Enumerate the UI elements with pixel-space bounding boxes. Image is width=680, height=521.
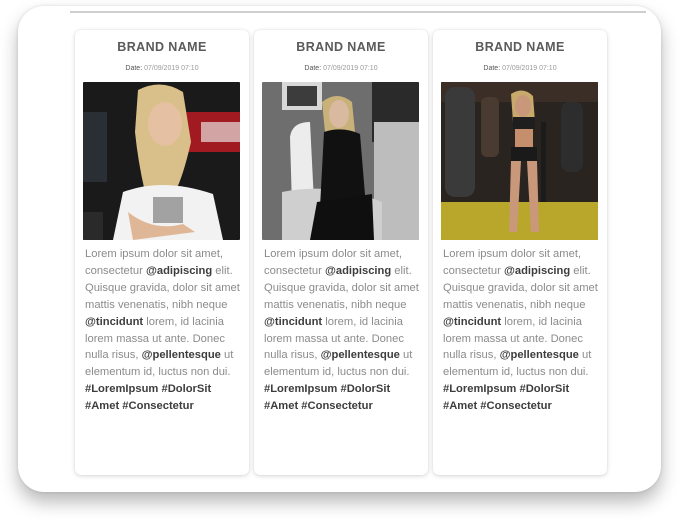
brand-name: BRAND NAME (475, 40, 565, 54)
post-date: Date: 07/09/2019 07:10 (254, 65, 428, 72)
post-date: Date: 07/09/2019 07:10 (433, 65, 607, 72)
date-label: Date: (125, 65, 143, 72)
date-value: 07/09/2019 07:10 (502, 65, 557, 72)
mention-tag[interactable]: @pellentesque (142, 349, 221, 361)
date-value: 07/09/2019 07:10 (323, 65, 378, 72)
date-label: Date: (304, 65, 322, 72)
brand-name: BRAND NAME (117, 40, 207, 54)
post-photo[interactable] (441, 82, 598, 240)
mention-tag[interactable]: @pellentesque (500, 349, 579, 361)
post-card[interactable]: BRAND NAME Date: 07/09/2019 07:10 Lorem … (75, 30, 249, 475)
hashtags[interactable]: #LoremIpsum #DolorSit #Amet #Consectetur (264, 383, 390, 412)
mention-tag[interactable]: @adipiscing (504, 265, 570, 277)
post-photo[interactable] (262, 82, 419, 240)
mention-tag[interactable]: @adipiscing (325, 265, 391, 277)
post-body: Lorem ipsum dolor sit amet, consectetur … (264, 248, 419, 413)
mention-tag[interactable]: @pellentesque (321, 349, 400, 361)
top-divider (70, 11, 646, 13)
post-card[interactable]: BRAND NAME Date: 07/09/2019 07:10 Lorem … (254, 30, 428, 475)
photo-person-icon (262, 82, 419, 240)
mention-tag[interactable]: @tincidunt (85, 316, 143, 328)
post-card[interactable]: BRAND NAME Date: 07/09/2019 07:10 Lorem … (433, 30, 607, 475)
date-label: Date: (483, 65, 501, 72)
post-body: Lorem ipsum dolor sit amet, consectetur … (85, 248, 240, 413)
photo-person-icon (83, 82, 240, 240)
photo-person-icon (441, 82, 598, 240)
mention-tag[interactable]: @tincidunt (264, 316, 322, 328)
hashtags[interactable]: #LoremIpsum #DolorSit #Amet #Consectetur (85, 383, 211, 412)
post-photo[interactable] (83, 82, 240, 240)
hashtags[interactable]: #LoremIpsum #DolorSit #Amet #Consectetur (443, 383, 569, 412)
mention-tag[interactable]: @tincidunt (443, 316, 501, 328)
post-date: Date: 07/09/2019 07:10 (75, 65, 249, 72)
brand-name: BRAND NAME (296, 40, 386, 54)
post-body: Lorem ipsum dolor sit amet, consectetur … (443, 248, 598, 413)
mention-tag[interactable]: @adipiscing (146, 265, 212, 277)
date-value: 07/09/2019 07:10 (144, 65, 199, 72)
